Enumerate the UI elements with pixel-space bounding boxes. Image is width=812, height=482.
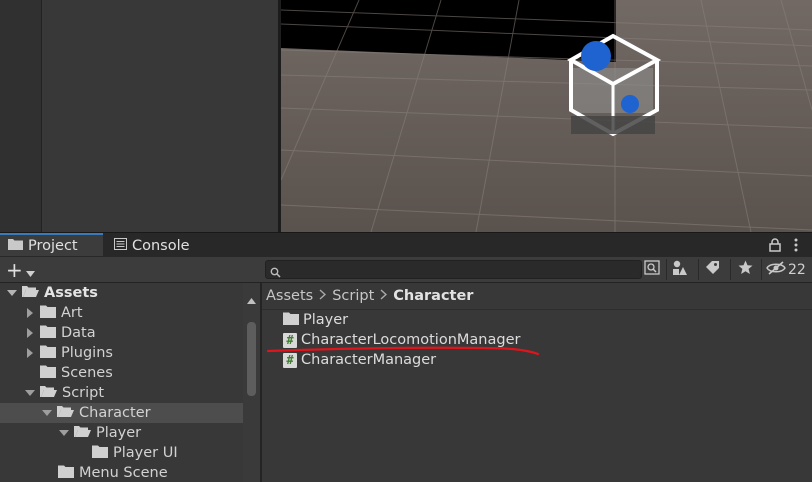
chevron-right-icon: [380, 288, 388, 304]
plus-icon: +: [6, 257, 23, 282]
folder-icon: [283, 312, 299, 329]
collapse-arrow-icon[interactable]: [24, 307, 36, 319]
folder-tree: Assets Art Data Plugins Scenes Script Ch…: [0, 283, 260, 482]
tree-label: Character: [79, 405, 151, 421]
star-icon: [738, 260, 753, 279]
tab-project[interactable]: Project: [0, 233, 103, 256]
scene-view[interactable]: [281, 0, 812, 232]
project-toolbar: + 22: [0, 257, 812, 283]
tree-label: Menu Scene: [79, 465, 168, 481]
tree-label: Plugins: [61, 345, 113, 361]
favorites-button[interactable]: [733, 259, 757, 280]
folder-icon: [40, 365, 56, 382]
scene-canvas[interactable]: [281, 0, 812, 232]
more-options-icon[interactable]: [793, 237, 799, 256]
folder-icon: [40, 305, 56, 322]
tree-item-player-ui[interactable]: Player UI: [0, 443, 243, 463]
panel-gutter: [0, 0, 42, 232]
tree-label: Player: [96, 425, 142, 441]
tree-item-scenes[interactable]: Scenes: [0, 363, 243, 383]
tree-label: Data: [61, 325, 96, 341]
tree-item-assets[interactable]: Assets: [0, 283, 243, 303]
tree-label: Art: [61, 305, 83, 321]
console-icon: [114, 237, 127, 254]
tree-item-data[interactable]: Data: [0, 323, 243, 343]
folder-open-icon: [40, 385, 57, 402]
eye-slash-icon: [766, 260, 786, 279]
hidden-count-label: 22: [788, 261, 806, 278]
breadcrumb-character[interactable]: Character: [393, 288, 473, 304]
hidden-packages-toggle[interactable]: 22: [766, 259, 806, 280]
folder-icon: [40, 345, 56, 362]
tree-item-art[interactable]: Art: [0, 303, 243, 323]
tab-bar: Project Console: [0, 232, 812, 258]
expand-arrow-icon[interactable]: [58, 427, 70, 439]
collapse-arrow-icon[interactable]: [24, 327, 36, 339]
shapes-icon: [672, 260, 688, 280]
asset-item-player-folder[interactable]: Player: [283, 310, 348, 330]
tree-item-player[interactable]: Player: [0, 423, 243, 443]
expand-arrow-icon[interactable]: [6, 287, 18, 299]
folder-open-icon: [22, 285, 39, 302]
folder-open-icon: [57, 405, 74, 422]
search-scope-icon: [644, 260, 660, 279]
folder-icon: [40, 325, 56, 342]
tree-item-character[interactable]: Character: [0, 403, 243, 423]
folder-icon: [92, 445, 108, 462]
tag-icon: [705, 260, 720, 279]
create-button[interactable]: +: [6, 257, 42, 282]
folder-contents: Assets Script Character Player # Charact…: [262, 283, 812, 482]
tab-console-label: Console: [132, 237, 190, 254]
search-icon: [270, 263, 281, 282]
collapse-arrow-icon[interactable]: [24, 347, 36, 359]
hierarchy-panel: [0, 0, 280, 232]
folder-icon: [58, 465, 74, 482]
search-input[interactable]: [284, 261, 634, 278]
tree-label: Player UI: [113, 445, 178, 461]
lock-icon[interactable]: [769, 237, 781, 256]
tree-label: Script: [62, 385, 105, 401]
expand-arrow-icon[interactable]: [24, 387, 36, 399]
tree-label: Scenes: [61, 365, 113, 381]
red-underline-annotation: [266, 346, 540, 356]
chevron-down-icon: [25, 258, 35, 282]
expand-arrow-icon[interactable]: [41, 407, 53, 419]
tree-item-menu-scene[interactable]: Menu Scene: [0, 463, 243, 482]
tree-label: Assets: [44, 285, 98, 301]
panel-border: [278, 0, 280, 232]
tab-console[interactable]: Console: [106, 233, 196, 258]
search-field[interactable]: [265, 260, 642, 279]
breadcrumb-script[interactable]: Script: [332, 288, 374, 304]
filter-by-label-button[interactable]: [700, 259, 724, 280]
chevron-right-icon: [319, 288, 327, 304]
tree-scrollbar[interactable]: [243, 283, 260, 482]
scroll-up-icon[interactable]: [247, 289, 256, 308]
asset-label: Player: [303, 312, 349, 328]
breadcrumb-assets[interactable]: Assets: [266, 288, 313, 304]
folder-icon: [8, 238, 23, 254]
filter-by-type-button[interactable]: [668, 259, 692, 280]
tree-item-plugins[interactable]: Plugins: [0, 343, 243, 363]
breadcrumb: Assets Script Character: [266, 286, 473, 306]
scrollbar-thumb[interactable]: [247, 322, 256, 396]
search-by-type-button[interactable]: [640, 259, 664, 280]
tree-item-script[interactable]: Script: [0, 383, 243, 403]
folder-open-icon: [74, 425, 91, 442]
tab-project-label: Project: [28, 237, 78, 254]
